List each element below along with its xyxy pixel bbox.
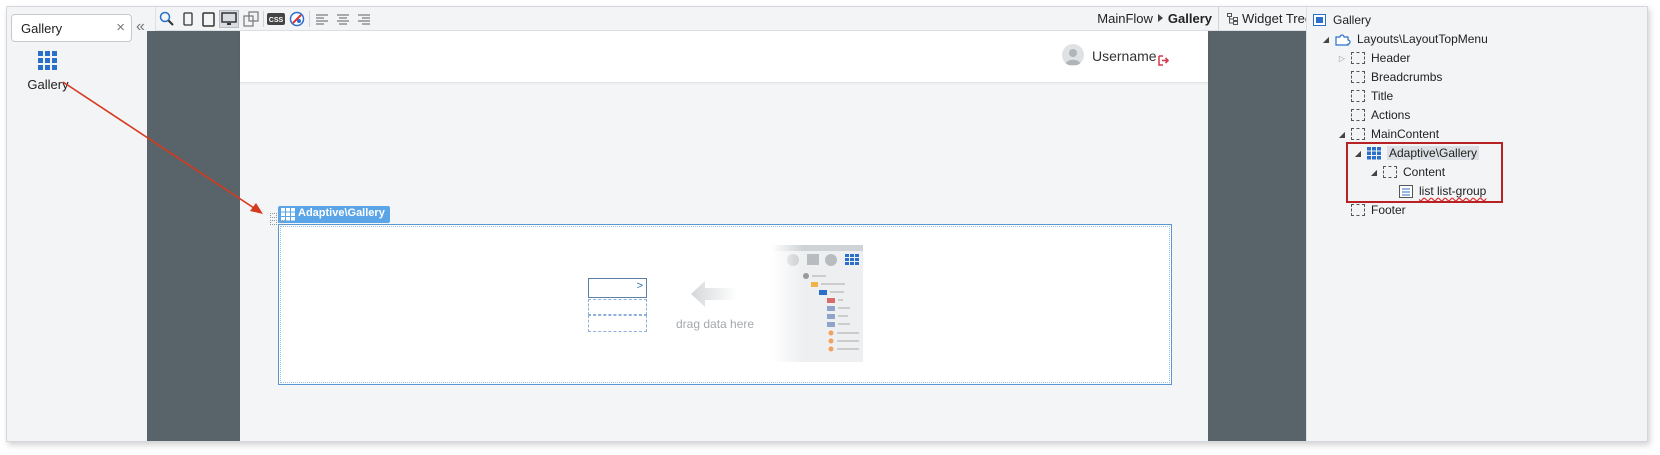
puzzle-icon <box>1335 33 1351 46</box>
desktop-icon[interactable] <box>219 10 239 28</box>
breadcrumb-separator-icon <box>1157 14 1163 22</box>
breadcrumb: MainFlow Gallery <box>1097 11 1212 26</box>
tree-node-label: Actions <box>1371 108 1411 122</box>
tree-node-breadcrumbs[interactable]: Breadcrumbs <box>1351 68 1442 86</box>
tree-node-layout[interactable]: ◢ Layouts\LayoutTopMenu <box>1321 30 1488 48</box>
tree-node-label: Breadcrumbs <box>1371 70 1443 84</box>
breadcrumb-screen[interactable]: Gallery <box>1168 11 1212 26</box>
editor-toolbar: CSS MainFlow Gallery Widget Tree <box>156 7 1306 31</box>
expanded-triangle-icon[interactable]: ◢ <box>1321 35 1331 44</box>
tree-node-label: Layouts\LayoutTopMenu <box>1357 32 1488 46</box>
gallery-widget-item[interactable]: Gallery <box>19 51 77 92</box>
resize-handle[interactable] <box>270 220 277 225</box>
tree-node-actions[interactable]: Actions <box>1351 106 1410 124</box>
tree-node-label: MainContent <box>1371 127 1440 141</box>
list-item-row <box>588 315 647 332</box>
resize-handle[interactable] <box>270 213 277 218</box>
search-input[interactable] <box>12 15 102 41</box>
tree-node-label: Gallery <box>1333 13 1372 27</box>
list-item-placeholder: > <box>588 278 648 333</box>
swap-device-icon[interactable] <box>242 10 260 28</box>
toolbox-panel: × « Gallery <box>7 7 156 441</box>
tree-node-header[interactable]: ▷ Header <box>1337 49 1410 67</box>
design-canvas[interactable]: Username Adaptive\Gallery > drag data he… <box>147 31 1306 441</box>
logout-icon[interactable] <box>1158 55 1170 66</box>
tab-widget-tree[interactable]: Widget Tree <box>1218 7 1306 31</box>
avatar[interactable] <box>1062 44 1084 66</box>
list-item-row <box>588 299 647 315</box>
collapse-toolbox-icon[interactable]: « <box>136 18 145 36</box>
tree-node-footer[interactable]: Footer <box>1351 201 1406 219</box>
tree-icon <box>1227 13 1238 25</box>
tab-widget-tree-label: Widget Tree <box>1242 11 1306 26</box>
screen-icon <box>1313 14 1327 26</box>
preview-icon[interactable] <box>158 10 176 28</box>
phone-icon[interactable] <box>179 10 197 28</box>
collapsed-triangle-icon[interactable]: ▷ <box>1337 54 1347 63</box>
tree-node-label: Title <box>1371 89 1394 103</box>
drag-data-hint: drag data here <box>676 317 755 331</box>
placeholder-icon <box>1351 52 1365 64</box>
align-center-icon[interactable] <box>334 10 352 28</box>
placeholder-icon <box>1351 71 1365 83</box>
gallery-widget[interactable]: > drag data here <box>278 224 1172 385</box>
clear-search-icon[interactable]: × <box>116 19 125 37</box>
highlight-annotation <box>1346 142 1503 203</box>
align-right-icon[interactable] <box>355 10 373 28</box>
align-left-icon[interactable] <box>313 10 331 28</box>
widget-tree-panel: Gallery ◢ Layouts\LayoutTopMenu ▷ Header… <box>1306 7 1647 441</box>
tree-node-title[interactable]: Title <box>1351 87 1393 105</box>
page-header[interactable]: Username <box>240 31 1208 83</box>
placeholder-icon <box>1351 109 1365 121</box>
widget-item-label: Gallery <box>27 77 69 92</box>
tree-node-maincontent[interactable]: ◢ MainContent <box>1337 125 1439 143</box>
svg-text:CSS: CSS <box>269 17 284 24</box>
placeholder-icon <box>1351 204 1365 216</box>
list-item-row: > <box>588 278 647 298</box>
chevron-right-icon: > <box>636 280 643 292</box>
toolbox-search[interactable]: × <box>11 14 132 42</box>
gallery-tag-label: Adaptive\Gallery <box>298 207 385 219</box>
breadcrumb-flow[interactable]: MainFlow <box>1097 11 1153 26</box>
tree-node-label: Footer <box>1371 203 1406 217</box>
gallery-widget-tag[interactable]: Adaptive\Gallery <box>278 206 390 223</box>
placeholder-icon <box>1351 128 1365 140</box>
theme-icon[interactable] <box>288 10 306 28</box>
grid-icon <box>38 51 57 70</box>
tree-node-label: Header <box>1371 51 1411 65</box>
app-window: × « Gallery <box>6 6 1648 442</box>
username-label[interactable]: Username <box>1092 48 1157 64</box>
css-icon[interactable]: CSS <box>267 10 285 28</box>
arrow-left-icon <box>691 281 737 307</box>
data-preview-illustration <box>771 245 863 362</box>
expanded-triangle-icon[interactable]: ◢ <box>1337 130 1347 139</box>
placeholder-icon <box>1351 90 1365 102</box>
tree-node-root[interactable]: Gallery <box>1313 11 1371 29</box>
screen-page[interactable]: Username Adaptive\Gallery > drag data he… <box>240 31 1208 441</box>
tablet-icon[interactable] <box>199 10 217 28</box>
